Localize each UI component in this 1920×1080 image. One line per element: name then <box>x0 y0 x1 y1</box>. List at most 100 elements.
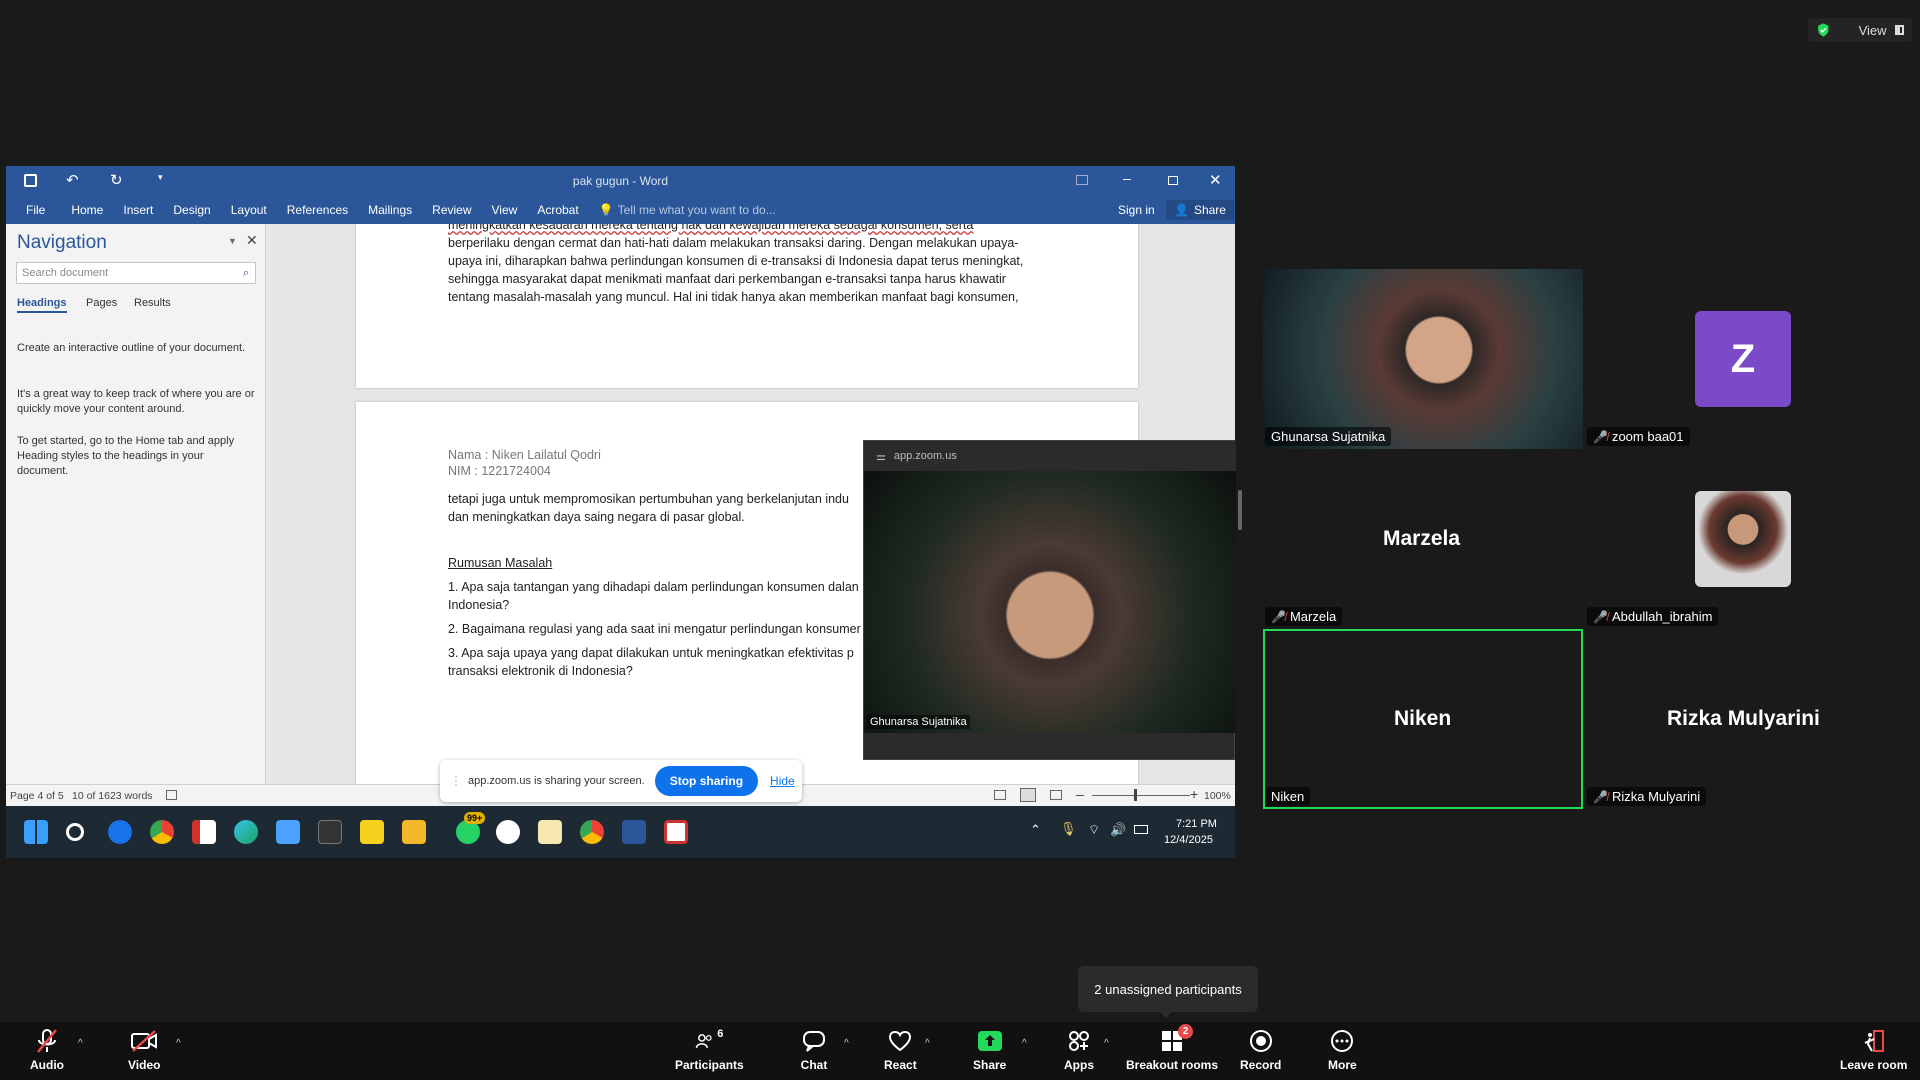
popup-video-name: Ghunarsa Sujatnika <box>867 715 970 729</box>
nav-tab-results[interactable]: Results <box>134 297 171 309</box>
zoom-level[interactable]: 100% <box>1204 790 1231 802</box>
nav-options-icon[interactable]: ▼ <box>228 236 237 246</box>
scroll-handle[interactable] <box>1238 490 1242 530</box>
tab-layout[interactable]: Layout <box>221 203 277 217</box>
react-options-caret[interactable]: ^ <box>925 1038 930 1049</box>
ribbon-tabs: File Home Insert Design Layout Reference… <box>6 196 1235 224</box>
close-icon[interactable]: ✕ <box>1209 171 1222 189</box>
word-icon[interactable] <box>622 820 646 844</box>
acrobat-icon[interactable] <box>192 820 216 844</box>
nav-search-box[interactable]: Search document ⌕ <box>16 262 256 284</box>
minimize-icon[interactable]: – <box>1123 170 1131 186</box>
page-count[interactable]: Page 4 of 5 <box>10 790 64 802</box>
hide-link[interactable]: Hide <box>770 774 795 788</box>
participants-button[interactable]: 6 Participants <box>675 1028 744 1072</box>
apps-options-caret[interactable]: ^ <box>1104 1038 1109 1049</box>
clock-date[interactable]: 12/4/2025 <box>1164 834 1213 846</box>
restore-icon[interactable] <box>1168 176 1178 185</box>
app-icon[interactable] <box>496 820 520 844</box>
notepad-icon[interactable] <box>276 820 300 844</box>
chevron-up-icon[interactable]: ⌃ <box>1030 822 1041 838</box>
nav-help-1: Create an interactive outline of your do… <box>17 342 246 354</box>
page-text-line: tentang masalah-masalah yang muncul. Hal… <box>448 290 1019 304</box>
tab-insert[interactable]: Insert <box>113 203 163 217</box>
tab-references[interactable]: References <box>277 203 358 217</box>
zoom-slider[interactable] <box>1092 795 1190 796</box>
page-text-line: upaya ini, diharapkan bahwa perlindungan… <box>448 254 1024 268</box>
participant-name: Niken <box>1265 787 1311 806</box>
read-mode-icon[interactable] <box>994 790 1006 800</box>
react-button[interactable]: React <box>884 1028 917 1072</box>
breakout-rooms-button[interactable]: 2 Breakout rooms <box>1126 1024 1218 1072</box>
stop-sharing-button[interactable]: Stop sharing <box>654 766 759 796</box>
zoom-out-icon[interactable]: – <box>1076 786 1084 802</box>
video-button[interactable]: Video <box>128 1028 160 1072</box>
chat-button[interactable]: Chat <box>800 1028 828 1072</box>
tab-review[interactable]: Review <box>422 203 481 217</box>
file-explorer-icon[interactable] <box>402 820 426 844</box>
audio-options-caret[interactable]: ^ <box>78 1038 83 1049</box>
tab-design[interactable]: Design <box>163 203 220 217</box>
nav-help-2: It's a great way to keep track of where … <box>17 388 255 415</box>
zoom-slider-thumb[interactable] <box>1134 789 1137 801</box>
nav-tab-headings[interactable]: Headings <box>17 297 67 313</box>
popup-titlebar: ⚌ app.zoom.us <box>864 441 1236 471</box>
participant-big-name: Rizka Mulyarini <box>1667 707 1820 730</box>
participant-tile[interactable] <box>1263 269 1583 449</box>
search-icon[interactable]: ⌕ <box>243 267 249 280</box>
audio-button[interactable]: Audio <box>30 1028 64 1072</box>
word-count[interactable]: 10 of 1623 words <box>72 790 153 802</box>
tell-me-input[interactable]: Tell me what you want to do... <box>618 203 776 217</box>
drag-handle-icon[interactable]: ⋮ <box>450 774 462 788</box>
apps-button[interactable]: Apps <box>1064 1028 1094 1072</box>
more-button[interactable]: More <box>1328 1028 1357 1072</box>
sticky-notes-icon[interactable] <box>360 820 384 844</box>
participant-name: Ghunarsa Sujatnika <box>1265 427 1392 446</box>
muted-mic-icon: 🎤̸ <box>1593 609 1608 624</box>
microphone-icon[interactable]: 🎙 <box>1060 821 1077 837</box>
print-layout-icon[interactable] <box>1020 788 1036 802</box>
muted-mic-icon <box>33 1028 61 1054</box>
sign-in-link[interactable]: Sign in <box>1118 203 1155 217</box>
windows-start-icon[interactable] <box>24 820 48 844</box>
chat-icon <box>800 1028 828 1054</box>
3cx-icon[interactable] <box>318 820 342 844</box>
wifi-icon[interactable]: ⌔ <box>1088 822 1100 838</box>
leave-room-button[interactable]: Leave room <box>1840 1028 1907 1072</box>
tab-mailings[interactable]: Mailings <box>358 203 422 217</box>
leave-door-icon <box>1860 1028 1888 1054</box>
nav-close-icon[interactable]: ✕ <box>246 232 258 249</box>
ribbon-display-icon[interactable] <box>1076 175 1088 185</box>
nav-search-input[interactable]: Search document <box>22 267 243 279</box>
battery-icon[interactable] <box>1134 825 1148 834</box>
snipping-tool-icon[interactable] <box>664 820 688 844</box>
heart-icon <box>886 1028 914 1054</box>
chrome-active-icon[interactable] <box>580 820 604 844</box>
record-button[interactable]: Record <box>1240 1028 1281 1072</box>
chrome-icon[interactable] <box>150 820 174 844</box>
view-button[interactable]: View <box>1808 18 1912 42</box>
share-button[interactable]: 👤 Share <box>1166 200 1234 220</box>
paint-icon[interactable] <box>538 820 562 844</box>
nav-tab-pages[interactable]: Pages <box>86 297 117 309</box>
tab-file[interactable]: File <box>6 203 55 217</box>
web-layout-icon[interactable] <box>1050 790 1062 800</box>
video-options-caret[interactable]: ^ <box>176 1038 181 1049</box>
popup-title: app.zoom.us <box>893 450 957 462</box>
teamviewer-icon[interactable] <box>108 820 132 844</box>
breakout-badge: 2 <box>1178 1024 1194 1039</box>
clock-time[interactable]: 7:21 PM <box>1176 818 1217 830</box>
zoom-in-icon[interactable]: + <box>1190 786 1198 802</box>
proofing-icon[interactable] <box>166 790 177 800</box>
tab-acrobat[interactable]: Acrobat <box>527 203 588 217</box>
edge-icon[interactable] <box>234 820 258 844</box>
floating-video-window[interactable]: ⚌ app.zoom.us Ghunarsa Sujatnika <box>863 440 1236 760</box>
search-icon[interactable] <box>66 823 84 841</box>
share-screen-button[interactable]: Share <box>973 1028 1006 1072</box>
lightbulb-icon: 💡 <box>598 203 614 217</box>
volume-icon[interactable]: 🔊 <box>1110 822 1126 838</box>
share-options-caret[interactable]: ^ <box>1022 1038 1027 1049</box>
tab-home[interactable]: Home <box>55 203 113 217</box>
tab-view[interactable]: View <box>482 203 528 217</box>
chat-options-caret[interactable]: ^ <box>844 1038 849 1049</box>
